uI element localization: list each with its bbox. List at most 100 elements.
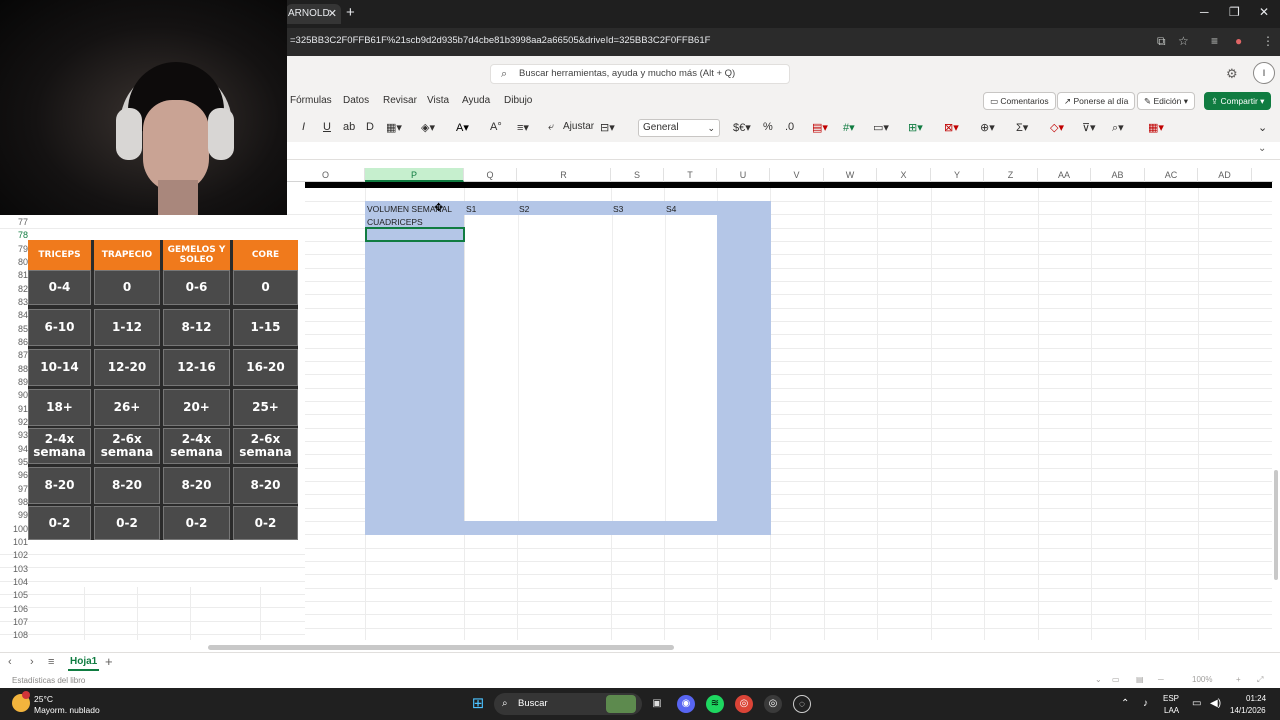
bookmark-star-icon[interactable]: ☆	[1178, 34, 1189, 48]
row-header[interactable]: 98	[0, 497, 28, 507]
align-icon[interactable]: ≡▾	[517, 121, 529, 134]
row-header[interactable]: 95	[0, 457, 28, 467]
strikethrough-icon[interactable]: ab	[343, 121, 355, 133]
row-header[interactable]: 101	[0, 537, 28, 547]
chrome-active-icon[interactable]: ◎	[764, 695, 782, 713]
format-icon[interactable]: ⊕▾	[980, 121, 995, 134]
vertical-scrollbar[interactable]	[1274, 470, 1278, 580]
menu-review[interactable]: Revisar	[383, 95, 417, 106]
start-windows-icon[interactable]: ⊞	[469, 695, 487, 713]
next-sheet-icon[interactable]: ›	[30, 656, 34, 668]
col-header-w[interactable]: W	[824, 168, 877, 182]
col-header-v[interactable]: V	[770, 168, 824, 182]
zoom-level[interactable]: 100%	[1192, 675, 1212, 684]
cast-icon[interactable]: ⧉	[1157, 34, 1166, 49]
row-header[interactable]: 85	[0, 324, 28, 334]
row-header[interactable]: 82	[0, 284, 28, 294]
col-header-ad[interactable]: AD	[1198, 168, 1252, 182]
workbook-stats[interactable]: Estadísticas del libro	[12, 676, 85, 685]
microphone-icon[interactable]: ♪	[1143, 698, 1148, 709]
autosum-icon[interactable]: Σ▾	[1016, 121, 1028, 134]
spotify-icon[interactable]: ≋	[706, 695, 724, 713]
normal-view-icon[interactable]: ▭	[1112, 675, 1120, 684]
comments-button[interactable]: ▭ Comentarios	[983, 92, 1056, 110]
active-cell[interactable]	[365, 227, 465, 242]
volume-icon[interactable]: ◀)	[1210, 698, 1221, 709]
row-header[interactable]: 92	[0, 417, 28, 427]
task-view-icon[interactable]: ▣	[648, 695, 666, 713]
col-header-z[interactable]: Z	[984, 168, 1038, 182]
clear-icon[interactable]: ◇▾	[1050, 121, 1064, 134]
menu-formulas[interactable]: Fórmulas	[290, 95, 332, 106]
media-control-icon[interactable]: ≡	[1211, 34, 1218, 48]
decimal-icon[interactable]: .0	[785, 121, 794, 133]
menu-help[interactable]: Ayuda	[462, 95, 490, 106]
app-icon[interactable]: ◌	[793, 695, 811, 713]
browser-tab[interactable]: ARNOLD ✕	[286, 4, 341, 24]
new-tab-button[interactable]: +	[346, 4, 355, 22]
zoom-in-icon[interactable]: +	[1236, 675, 1241, 684]
browser-menu-icon[interactable]: ⋮	[1262, 34, 1274, 48]
row-header[interactable]: 97	[0, 484, 28, 494]
double-underline-icon[interactable]: D	[366, 121, 374, 133]
cell-styles-icon[interactable]: ▭▾	[873, 121, 889, 134]
sort-filter-icon[interactable]: ⊽▾	[1082, 121, 1096, 134]
tray-overflow-icon[interactable]: ⌃	[1121, 698, 1129, 709]
weather-description[interactable]: Mayorm. nublado	[34, 705, 100, 715]
number-format-select[interactable]: General ⌄	[638, 119, 720, 137]
row-header[interactable]: 107	[0, 617, 28, 627]
row-header[interactable]: 77	[0, 217, 28, 227]
row-header[interactable]: 100	[0, 524, 28, 534]
language-code[interactable]: ESP	[1163, 694, 1179, 703]
discord-icon[interactable]: ◉	[677, 695, 695, 713]
network-icon[interactable]: ▭	[1192, 698, 1201, 709]
row-header[interactable]: 94	[0, 444, 28, 454]
font-size-icon[interactable]: A°	[490, 121, 502, 133]
row-header[interactable]: 90	[0, 390, 28, 400]
row-header[interactable]: 84	[0, 310, 28, 320]
tab-close-icon[interactable]: ✕	[328, 4, 337, 24]
borders-icon[interactable]: ▦▾	[386, 121, 402, 134]
row-header[interactable]: 80	[0, 257, 28, 267]
cell-cuadriceps[interactable]: CUADRICEPS	[367, 217, 423, 227]
row-header[interactable]: 79	[0, 244, 28, 254]
all-sheets-icon[interactable]: ≡	[48, 656, 54, 668]
zoom-out-icon[interactable]: ─	[1158, 675, 1164, 684]
clock-time[interactable]: 01:24	[1246, 694, 1266, 703]
col-header-s[interactable]: S	[611, 168, 664, 182]
row-header[interactable]: 106	[0, 604, 28, 614]
menu-draw[interactable]: Dibujo	[504, 95, 532, 106]
ribbon-expand-icon[interactable]: ⌄	[1258, 121, 1267, 134]
wrap-text-icon[interactable]: ⤶	[548, 121, 554, 134]
wrap-text-label[interactable]: Ajustar	[563, 121, 594, 132]
col-header-x[interactable]: X	[877, 168, 931, 182]
minimize-icon[interactable]: ─	[1200, 5, 1209, 19]
cell-s2[interactable]: S2	[519, 204, 529, 214]
add-sheet-button[interactable]: +	[105, 654, 113, 669]
row-header[interactable]: 96	[0, 470, 28, 480]
menu-view[interactable]: Vista	[427, 95, 449, 106]
row-header[interactable]: 105	[0, 590, 28, 600]
row-header[interactable]: 99	[0, 510, 28, 520]
formula-expand-icon[interactable]: ⌄	[1258, 143, 1266, 154]
col-header-aa[interactable]: AA	[1038, 168, 1091, 182]
row-header[interactable]: 81	[0, 270, 28, 280]
chrome-icon[interactable]: ◎	[735, 695, 753, 713]
col-header-y[interactable]: Y	[931, 168, 984, 182]
col-header-r[interactable]: R	[517, 168, 611, 182]
col-header-q[interactable]: Q	[464, 168, 517, 182]
col-header-ac[interactable]: AC	[1145, 168, 1198, 182]
url-field[interactable]: =325BB3C2F0FFB61F%21scb9d2d935b7d4cbe81b…	[290, 35, 710, 46]
close-window-icon[interactable]: ✕	[1259, 5, 1269, 19]
clock-date[interactable]: 14/1/2026	[1230, 706, 1266, 715]
row-header[interactable]: 88	[0, 364, 28, 374]
settings-gear-icon[interactable]: ⚙	[1226, 66, 1238, 82]
row-header[interactable]: 93	[0, 430, 28, 440]
menu-data[interactable]: Datos	[343, 95, 369, 106]
row-header[interactable]: 102	[0, 550, 28, 560]
fill-color-icon[interactable]: ◈▾	[421, 121, 435, 134]
fit-icon[interactable]: ⤢	[1257, 675, 1263, 685]
keyboard-layout[interactable]: LAA	[1164, 706, 1179, 715]
find-icon[interactable]: ⌕▾	[1112, 121, 1124, 135]
prev-sheet-icon[interactable]: ‹	[8, 656, 12, 668]
